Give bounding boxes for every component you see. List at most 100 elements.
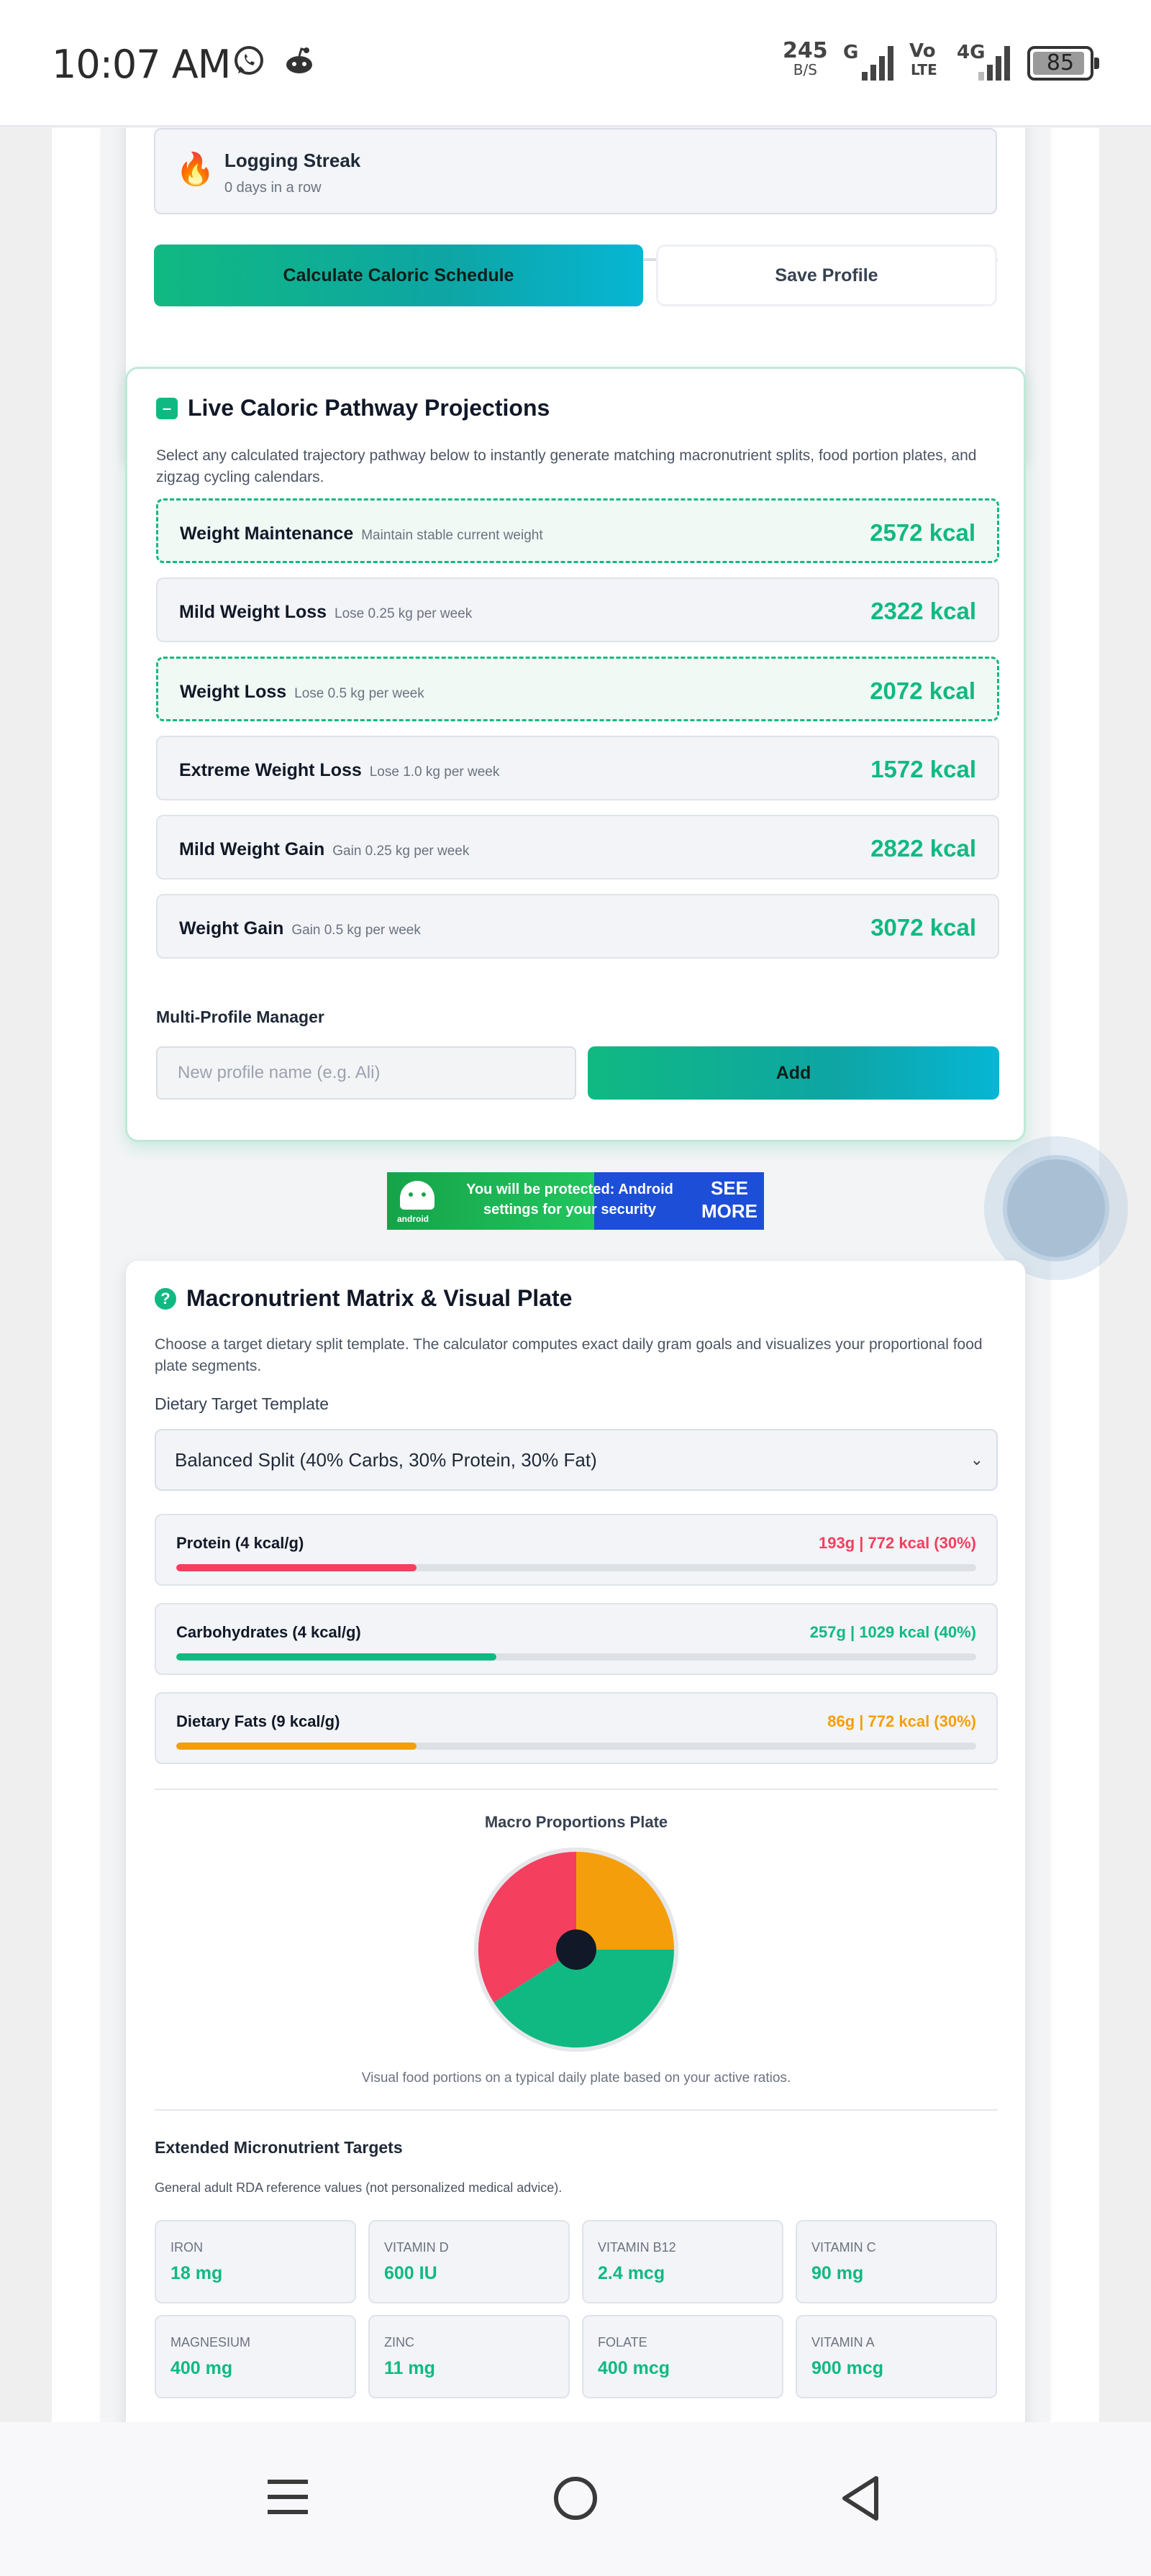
- profile-name-input[interactable]: New profile name (e.g. Ali): [156, 1046, 576, 1100]
- micronutrient-label: FOLATE: [598, 2335, 647, 2349]
- macro-carbohydrates: Carbohydrates (4 kcal/g) 257g | 1029 kca…: [155, 1603, 998, 1675]
- pathway-desc: Lose 0.5 kg per week: [294, 686, 424, 701]
- ad-brand-label: android: [397, 1214, 429, 1224]
- battery-indicator: 85: [1027, 46, 1099, 81]
- macro-name: Dietary Fats (9 kcal/g): [176, 1712, 340, 1730]
- pathway-kcal: 2072 kcal: [870, 677, 975, 704]
- macro-progress-track: [176, 1743, 976, 1750]
- pathway-mild-weight-loss[interactable]: Mild Weight Loss Lose 0.25 kg per week 2…: [156, 577, 999, 642]
- micronutrient-value: 11 mg: [384, 2358, 435, 2378]
- macro-value: 257g | 1029 kcal (40%): [809, 1623, 976, 1641]
- pathway-desc: Gain 0.5 kg per week: [291, 923, 421, 938]
- pathway-weight-gain[interactable]: Weight Gain Gain 0.5 kg per week 3072 kc…: [156, 894, 999, 959]
- pathway-weight-loss[interactable]: Weight Loss Lose 0.5 kg per week 2072 kc…: [156, 657, 999, 721]
- micronutrient-label: VITAMIN D: [384, 2240, 449, 2255]
- macro-progress-track: [176, 1564, 976, 1571]
- ad-banner[interactable]: android You will be protected: Android s…: [387, 1172, 764, 1230]
- system-navigation-bar: [0, 2422, 1151, 2576]
- pathway-name: Mild Weight Gain: [179, 839, 325, 859]
- macro-plate-chart: [474, 1847, 678, 2052]
- pathway-desc: Maintain stable current weight: [361, 528, 543, 543]
- pathway-kcal: 2822 kcal: [870, 835, 976, 862]
- whatsapp-icon: [235, 46, 263, 75]
- micronutrient-label: VITAMIN C: [811, 2240, 876, 2255]
- pathways-description: Select any calculated trajectory pathway…: [156, 447, 977, 485]
- pathway-desc: Lose 0.25 kg per week: [335, 606, 473, 621]
- macronutrient-card: ? Macronutrient Matrix & Visual Plate Ch…: [125, 1260, 1026, 2422]
- macros-description: Choose a target dietary split template. …: [155, 1336, 983, 1374]
- micronutrient-label: MAGNESIUM: [170, 2335, 251, 2349]
- net-speed-value: 245: [783, 38, 828, 63]
- net-speed-unit: B/S: [793, 61, 817, 78]
- pathway-extreme-weight-loss[interactable]: Extreme Weight Loss Lose 1.0 kg per week…: [156, 736, 999, 800]
- micronutrient-tile: VITAMIN C 90 mg: [796, 2220, 997, 2303]
- pathway-kcal: 2572 kcal: [870, 519, 975, 546]
- dietary-template-select[interactable]: Balanced Split (40% Carbs, 30% Protein, …: [155, 1429, 998, 1491]
- signal-strength-icon: [978, 46, 1010, 81]
- macro-progress-fill: [176, 1653, 496, 1661]
- micronutrients-title: Extended Micronutrient Targets: [155, 2138, 403, 2157]
- floating-assistive-button[interactable]: [984, 1136, 1128, 1280]
- micronutrient-value: 400 mg: [170, 2358, 233, 2378]
- pathway-weight-maintenance[interactable]: Weight Maintenance Maintain stable curre…: [156, 498, 999, 563]
- divider: [155, 1789, 998, 1790]
- calculate-caloric-schedule-button[interactable]: Calculate Caloric Schedule: [154, 245, 643, 306]
- micronutrient-value: 400 mcg: [598, 2358, 670, 2378]
- browser-viewport[interactable]: 🔥 Logging Streak 0 days in a row Calcula…: [0, 128, 1151, 2422]
- add-profile-button[interactable]: Add: [588, 1046, 999, 1100]
- plate-title: Macro Proportions Plate: [484, 1813, 668, 1831]
- fire-icon: 🔥: [176, 152, 215, 187]
- macro-fats: Dietary Fats (9 kcal/g) 86g | 772 kcal (…: [155, 1692, 998, 1764]
- network-speed: 245 B/S: [783, 40, 828, 78]
- pathway-name: Mild Weight Loss: [179, 602, 327, 622]
- micronutrient-value: 2.4 mcg: [598, 2263, 665, 2283]
- streak-title: Logging Streak: [224, 150, 361, 171]
- caloric-pathways-card: – Live Caloric Pathway Projections Selec…: [125, 367, 1026, 1142]
- pathway-name: Extreme Weight Loss: [179, 760, 362, 780]
- home-icon[interactable]: [551, 2474, 600, 2523]
- micronutrient-tile: VITAMIN D 600 IU: [368, 2220, 570, 2303]
- divider: [155, 2109, 998, 2111]
- streak-subtitle: 0 days in a row: [224, 180, 322, 196]
- micronutrient-tile: IRON 18 mg: [155, 2220, 356, 2303]
- macro-name: Protein (4 kcal/g): [176, 1534, 304, 1552]
- micronutrient-tile: VITAMIN A 900 mcg: [796, 2315, 997, 2398]
- ad-text: You will be protected: Android settings …: [466, 1182, 673, 1218]
- plate-center: [556, 1929, 596, 1970]
- android-robot-icon: [400, 1181, 435, 1210]
- minus-square-icon[interactable]: –: [156, 398, 178, 419]
- pathway-kcal: 2322 kcal: [870, 598, 976, 624]
- micronutrient-tile: ZINC 11 mg: [368, 2315, 570, 2398]
- template-label: Dietary Target Template: [155, 1394, 329, 1413]
- template-selected-value: Balanced Split (40% Carbs, 30% Protein, …: [175, 1449, 597, 1471]
- battery-percent: 85: [1046, 50, 1075, 76]
- pathway-name: Weight Loss: [180, 682, 287, 702]
- save-profile-button[interactable]: Save Profile: [656, 245, 997, 306]
- reddit-icon: [286, 47, 312, 73]
- recents-icon[interactable]: [265, 2474, 311, 2520]
- volte-sub-label: LTE: [911, 61, 937, 78]
- signal-strength-icon: [862, 46, 893, 81]
- ad-see-more[interactable]: SEE MORE: [698, 1177, 761, 1223]
- micronutrient-label: ZINC: [384, 2335, 414, 2349]
- clock: 10:07 AM: [52, 42, 231, 87]
- macro-progress-fill: [176, 1564, 417, 1571]
- profile-manager-label: Multi-Profile Manager: [156, 1008, 324, 1026]
- pathways-title: Live Caloric Pathway Projections: [188, 395, 550, 421]
- macro-value: 193g | 772 kcal (30%): [819, 1534, 976, 1552]
- sim1-network-label: G: [843, 42, 859, 63]
- help-icon[interactable]: ?: [155, 1288, 176, 1310]
- status-bar: 10:07 AM 245 B/S G Vo LTE 4G 85: [0, 0, 1151, 127]
- micronutrient-label: VITAMIN A: [811, 2335, 875, 2349]
- macro-progress-fill: [176, 1743, 417, 1750]
- micronutrient-label: VITAMIN B12: [598, 2240, 676, 2255]
- volte-label: Vo: [909, 40, 936, 62]
- micronutrient-label: IRON: [170, 2240, 203, 2255]
- macro-progress-track: [176, 1653, 976, 1661]
- micronutrient-value: 600 IU: [384, 2263, 437, 2283]
- macro-name: Carbohydrates (4 kcal/g): [176, 1623, 361, 1641]
- pathway-mild-weight-gain[interactable]: Mild Weight Gain Gain 0.25 kg per week 2…: [156, 815, 999, 880]
- back-icon[interactable]: [839, 2474, 885, 2523]
- pathway-kcal: 1572 kcal: [870, 756, 976, 782]
- plate-slice-fats: [576, 1852, 674, 1950]
